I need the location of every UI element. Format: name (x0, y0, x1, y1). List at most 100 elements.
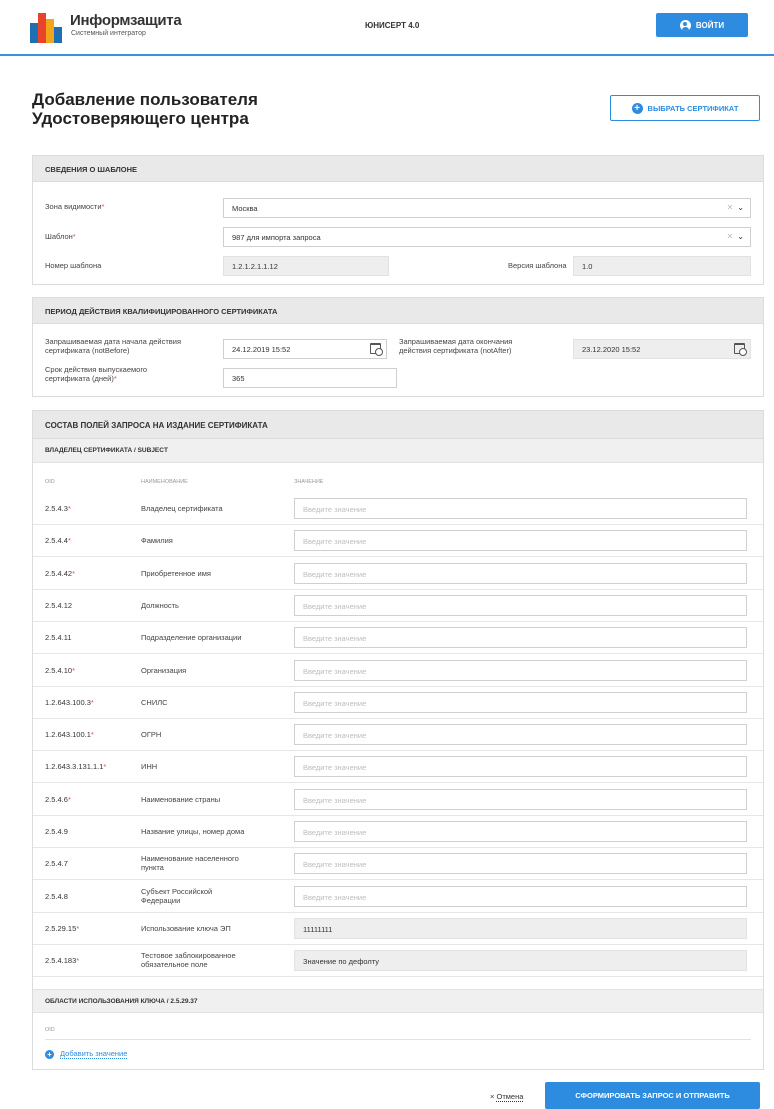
user-icon (679, 19, 691, 31)
row-value-input[interactable]: Введите значение (294, 498, 747, 519)
row-name: Наименование населенного пункта (141, 854, 239, 873)
row-value-input[interactable]: Введите значение (294, 821, 747, 842)
required-mark: * (76, 956, 80, 966)
required-mark: * (90, 730, 94, 740)
zone-value: Москва (232, 204, 258, 213)
page-title-line-1: Добавление пользователя (32, 90, 258, 109)
row-oid: 2.5.4.7 (45, 859, 68, 869)
template-select[interactable]: 987 для импорта запроса ✕ ⌄ (223, 227, 751, 247)
subject-subheader: ВЛАДЕЛЕЦ СЕРТИФИКАТА / SUBJECT (33, 439, 763, 463)
zone-select[interactable]: Москва ✕ ⌄ (223, 198, 751, 218)
row-name: Владелец сертификата (141, 504, 223, 513)
login-button[interactable]: ВОЙТИ (656, 13, 748, 37)
template-label: Шаблон* (45, 232, 76, 241)
row-value-input[interactable]: Введите значение (294, 691, 747, 713)
clear-icon[interactable]: ✕ (727, 203, 734, 212)
row-value-input[interactable]: Введите значение (294, 788, 747, 810)
template-value: 987 для импорта запроса (232, 233, 321, 242)
row-value-input[interactable]: Введите значение (294, 594, 747, 616)
value-placeholder: Введите значение (303, 634, 367, 644)
table-row: 1.2.643.100.3* СНИЛС Введите значение (33, 687, 763, 719)
column-oid: OID (45, 479, 55, 485)
row-value-input[interactable]: Введите значение (294, 724, 747, 746)
value-placeholder: Введите значение (303, 666, 367, 676)
template-panel-title: СВЕДЕНИЯ О ШАБЛОНЕ (33, 156, 763, 182)
login-label: ВОЙТИ (695, 20, 725, 30)
table-row: 1.2.643.3.131.1.1* ИНН Введите значение (33, 751, 763, 784)
add-value-link[interactable]: + Добавить значение (45, 1049, 128, 1059)
table-row: 2.5.4.8 Субъект Российской Федерации Введит… (33, 881, 763, 913)
validity-days-input[interactable]: 365 (223, 368, 397, 388)
table-row: 2.5.4.42* Приобретенное имя Введите значен… (33, 558, 763, 590)
value-placeholder: Введите значение (303, 892, 367, 902)
row-value-input[interactable]: Введите значение (294, 627, 747, 649)
page-title: Добавление пользователя Удостоверяющего … (32, 90, 332, 128)
template-select-controls: ✕ ⌄ (727, 232, 744, 241)
plus-circle-icon: + (45, 1049, 54, 1059)
row-name: Приобретенное имя (141, 568, 211, 578)
choose-certificate-label: ВЫБРАТЬ СЕРТИФИКАТ (647, 103, 739, 113)
row-oid: 2.5.4.11 (45, 633, 72, 643)
table-row: 2.5.4.9 Название улицы, номер дома Введите… (33, 816, 763, 848)
row-value-input[interactable]: Введите значение (294, 530, 747, 552)
template-panel: СВЕДЕНИЯ О ШАБЛОНЕ Зона видимости* Москв… (32, 155, 764, 285)
clear-icon[interactable]: ✕ (727, 232, 734, 241)
row-oid: 2.5.4.6* (45, 794, 71, 804)
required-mark: * (72, 568, 76, 578)
value-placeholder: Введите значение (303, 795, 367, 805)
chevron-down-icon[interactable]: ⌄ (737, 232, 744, 241)
end-date-input: 23.12.2020 15:52 (573, 339, 751, 359)
key-usage-subheader: ОБЛАСТИ ИСПОЛЬЗОВАНИЯ КЛЮЧА / 2.5.29.37 (33, 989, 763, 1013)
cancel-link[interactable]: × Отмена (490, 1092, 524, 1102)
row-oid: 2.5.4.10* (45, 665, 76, 675)
start-date-input[interactable]: 24.12.2019 15:52 (223, 339, 387, 359)
row-oid: 2.5.29.15* (45, 923, 80, 933)
row-oid: 2.5.4.183* (45, 956, 80, 966)
chevron-down-icon[interactable]: ⌄ (737, 203, 744, 212)
value-placeholder: Введите значение (303, 763, 367, 773)
add-value-label: Добавить значение (60, 1049, 128, 1059)
row-name: ОГРН (141, 730, 162, 740)
table-row: 2.5.4.10* Организация Введите значение (33, 655, 763, 687)
period-panel: ПЕРИОД ДЕЙСТВИЯ КВАЛИФИЦИРОВАННОГО СЕРТИ… (32, 297, 764, 397)
choose-certificate-button[interactable]: + ВЫБРАТЬ СЕРТИФИКАТ (610, 95, 760, 121)
row-oid: 2.5.4.8 (45, 891, 68, 901)
row-name: Должность (141, 600, 179, 610)
table-row: 2.5.4.6* Наименование страны Введите значе… (33, 784, 763, 816)
required-mark: * (67, 794, 71, 804)
end-date-label: Запрашиваемая дата окончания действия се… (399, 337, 513, 355)
row-value-input: Значение по дефолту (294, 950, 747, 972)
submit-button[interactable]: СФОРМИРОВАТЬ ЗАПРОС И ОТПРАВИТЬ (545, 1082, 760, 1109)
required-mark: * (67, 536, 71, 546)
template-version-value: 1.0 (582, 262, 593, 271)
validity-days-value: 365 (232, 374, 245, 383)
row-value-input[interactable]: Введите значение (294, 659, 747, 681)
required-mark: * (90, 697, 94, 707)
calendar-icon (734, 343, 747, 356)
table-row: 2.5.4.7 Наименование населенного пункта Вве… (33, 848, 763, 881)
row-name: Наименование страны (141, 794, 221, 804)
row-oid: 2.5.4.12 (45, 600, 73, 610)
row-value-input[interactable]: Введите значение (294, 756, 747, 778)
row-value-input: 11111111 (294, 917, 747, 939)
period-panel-title: ПЕРИОД ДЕЙСТВИЯ КВАЛИФИЦИРОВАННОГО СЕРТИ… (33, 298, 763, 324)
row-value-input[interactable]: Введите значение (294, 853, 747, 875)
calendar-icon[interactable] (370, 343, 383, 356)
logo-subtitle: Системный интегратор (71, 30, 146, 37)
row-oid: 1.2.643.100.1* (45, 730, 94, 740)
cancel-label: Отмена (496, 1092, 524, 1102)
row-value-input[interactable]: Введите значение (294, 562, 747, 584)
row-oid: 1.2.643.3.131.1.1* (45, 762, 107, 772)
row-oid: 2.5.4.4* (45, 536, 71, 546)
template-number-label: Номер шаблона (45, 261, 102, 270)
row-name: Использование ключа ЭП (141, 923, 231, 933)
row-name: Название улицы, номер дома (141, 827, 245, 836)
end-date-value: 23.12.2020 15:52 (582, 345, 641, 354)
table-row: 2.5.29.15* Использование ключа ЭП 11111111 (33, 913, 763, 945)
submit-label: СФОРМИРОВАТЬ ЗАПРОС И ОТПРАВИТЬ (575, 1091, 730, 1100)
row-name: Субъект Российской Федерации (141, 886, 213, 905)
row-value-input[interactable]: Введите значение (294, 885, 747, 907)
row-name: ИНН (141, 762, 158, 772)
company-logo[interactable]: Информзащита Системный интегратор (30, 10, 182, 46)
row-oid: 2.5.4.3* (45, 504, 71, 513)
